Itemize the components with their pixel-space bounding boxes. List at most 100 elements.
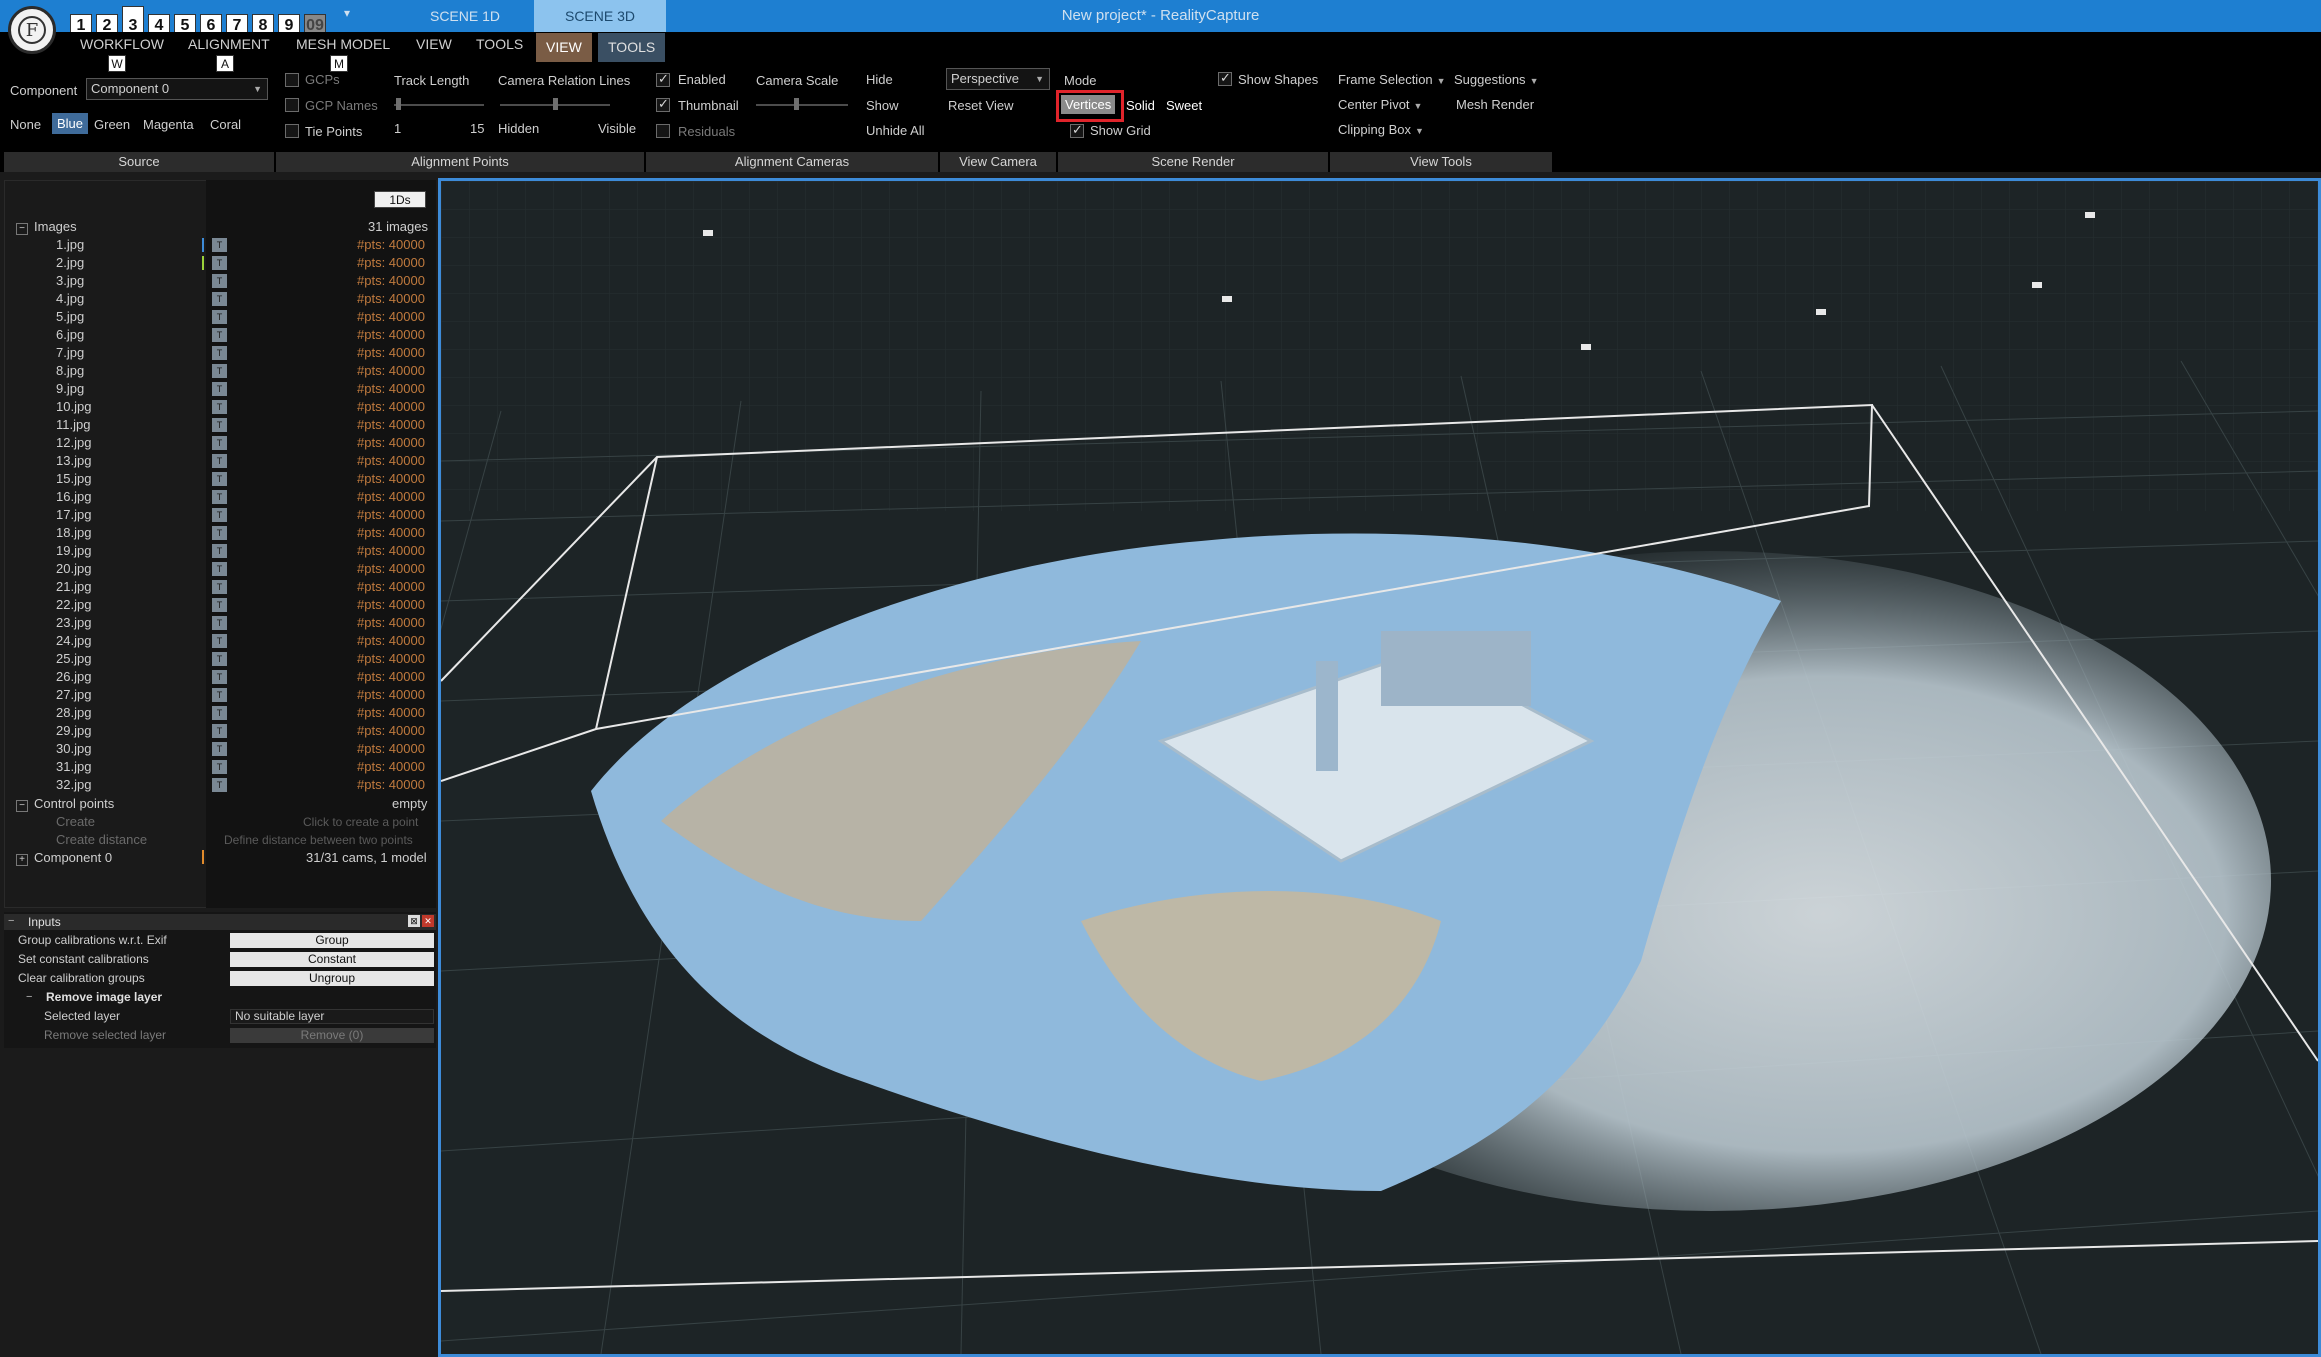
menu-mesh-model[interactable]: MESH MODEL: [296, 36, 390, 52]
menu-tools[interactable]: TOOLS: [476, 36, 523, 52]
image-item[interactable]: 18.jpg: [56, 524, 91, 542]
image-thumbnail-icon[interactable]: T: [212, 328, 227, 342]
image-thumbnail-icon[interactable]: T: [212, 382, 227, 396]
image-thumbnail-icon[interactable]: T: [212, 274, 227, 288]
track-length-thumb[interactable]: [396, 98, 401, 110]
image-thumbnail-icon[interactable]: T: [212, 742, 227, 756]
camera-scale-thumb[interactable]: [794, 98, 799, 110]
image-item[interactable]: 9.jpg: [56, 380, 84, 398]
image-thumbnail-icon[interactable]: T: [212, 310, 227, 324]
image-thumbnail-icon[interactable]: T: [212, 364, 227, 378]
create-distance-item[interactable]: Create distance: [56, 831, 147, 849]
mode-vertices-button[interactable]: Vertices: [1061, 95, 1116, 114]
image-thumbnail-icon[interactable]: T: [212, 652, 227, 666]
image-thumbnail-icon[interactable]: T: [212, 598, 227, 612]
image-item[interactable]: 3.jpg: [56, 272, 84, 290]
color-green[interactable]: Green: [94, 117, 130, 132]
image-thumbnail-icon[interactable]: T: [212, 778, 227, 792]
images-node[interactable]: − Images: [16, 218, 77, 236]
image-item[interactable]: 30.jpg: [56, 740, 91, 758]
camera-icon[interactable]: [1581, 344, 1591, 350]
camera-icon[interactable]: [703, 230, 713, 236]
image-thumbnail-icon[interactable]: T: [212, 454, 227, 468]
camera-scale-slider[interactable]: [756, 104, 848, 106]
tab-scene-3d[interactable]: SCENE 3D: [534, 0, 666, 32]
enabled-checkbox[interactable]: [656, 71, 670, 87]
clipping-box-button[interactable]: Clipping Box ▼: [1338, 122, 1424, 137]
selected-layer-value[interactable]: No suitable layer: [230, 1009, 434, 1024]
image-item[interactable]: 2.jpg: [56, 254, 84, 272]
color-none[interactable]: None: [10, 117, 41, 132]
1ds-button[interactable]: 1Ds: [374, 191, 426, 208]
image-item[interactable]: 10.jpg: [56, 398, 91, 416]
image-item[interactable]: 15.jpg: [56, 470, 91, 488]
image-item[interactable]: 25.jpg: [56, 650, 91, 668]
gcps-checkbox[interactable]: [285, 73, 299, 87]
gcp-names-checkbox[interactable]: [285, 98, 299, 112]
image-thumbnail-icon[interactable]: T: [212, 760, 227, 774]
center-pivot-button[interactable]: Center Pivot ▼: [1338, 97, 1422, 112]
camera-icon[interactable]: [2032, 282, 2042, 288]
image-thumbnail-icon[interactable]: T: [212, 580, 227, 594]
show-button[interactable]: Show: [866, 98, 899, 113]
pin-icon[interactable]: ⊠: [408, 915, 420, 927]
image-item[interactable]: 5.jpg: [56, 308, 84, 326]
camera-icon[interactable]: [1222, 296, 1232, 302]
menu-workflow[interactable]: WORKFLOW: [80, 36, 164, 52]
mode-solid-button[interactable]: Solid: [1126, 98, 1155, 113]
image-item[interactable]: 16.jpg: [56, 488, 91, 506]
image-thumbnail-icon[interactable]: T: [212, 670, 227, 684]
image-thumbnail-icon[interactable]: T: [212, 256, 227, 270]
image-thumbnail-icon[interactable]: T: [212, 508, 227, 522]
app-logo[interactable]: F: [8, 6, 56, 54]
camera-icon[interactable]: [2085, 212, 2095, 218]
color-coral[interactable]: Coral: [210, 117, 241, 132]
image-thumbnail-icon[interactable]: T: [212, 292, 227, 306]
color-blue[interactable]: Blue: [52, 113, 89, 134]
color-magenta[interactable]: Magenta: [143, 117, 194, 132]
create-point-item[interactable]: Create: [56, 813, 95, 831]
image-thumbnail-icon[interactable]: T: [212, 706, 227, 720]
image-thumbnail-icon[interactable]: T: [212, 616, 227, 630]
image-thumbnail-icon[interactable]: T: [212, 346, 227, 360]
scene-canvas[interactable]: [441, 181, 2318, 1354]
image-thumbnail-icon[interactable]: T: [212, 436, 227, 450]
show-grid-checkbox[interactable]: [1070, 122, 1084, 138]
mode-sweet-button[interactable]: Sweet: [1166, 98, 1202, 113]
tab-scene-1d[interactable]: SCENE 1D: [398, 0, 532, 32]
image-item[interactable]: 4.jpg: [56, 290, 84, 308]
image-item[interactable]: 26.jpg: [56, 668, 91, 686]
image-thumbnail-icon[interactable]: T: [212, 238, 227, 252]
mesh-render-button[interactable]: Mesh Render: [1456, 97, 1534, 112]
image-item[interactable]: 24.jpg: [56, 632, 91, 650]
remove-button[interactable]: Remove (0): [230, 1028, 434, 1043]
image-item[interactable]: 6.jpg: [56, 326, 84, 344]
hide-button[interactable]: Hide: [866, 72, 893, 87]
group-button[interactable]: Group: [230, 933, 434, 948]
quick-menu-chevron-icon[interactable]: ▾: [344, 6, 350, 20]
show-shapes-checkbox[interactable]: [1218, 70, 1232, 86]
collapse-icon[interactable]: −: [16, 800, 28, 812]
image-thumbnail-icon[interactable]: T: [212, 472, 227, 486]
image-item[interactable]: 13.jpg: [56, 452, 91, 470]
image-thumbnail-icon[interactable]: T: [212, 526, 227, 540]
menu-alignment[interactable]: ALIGNMENT: [188, 36, 270, 52]
track-length-slider[interactable]: [394, 104, 484, 106]
image-item[interactable]: 11.jpg: [56, 416, 90, 434]
expand-icon[interactable]: +: [16, 854, 28, 866]
image-thumbnail-icon[interactable]: T: [212, 634, 227, 648]
image-item[interactable]: 20.jpg: [56, 560, 91, 578]
constant-button[interactable]: Constant: [230, 952, 434, 967]
image-item[interactable]: 32.jpg: [56, 776, 91, 794]
suggestions-button[interactable]: Suggestions ▼: [1454, 72, 1538, 87]
image-item[interactable]: 8.jpg: [56, 362, 84, 380]
component-node[interactable]: + Component 0: [16, 849, 112, 867]
image-item[interactable]: 22.jpg: [56, 596, 91, 614]
image-item[interactable]: 27.jpg: [56, 686, 91, 704]
image-item[interactable]: 17.jpg: [56, 506, 91, 524]
image-item[interactable]: 1.jpg: [56, 236, 84, 254]
control-points-node[interactable]: − Control points: [16, 795, 114, 813]
image-item[interactable]: 21.jpg: [56, 578, 91, 596]
close-icon[interactable]: ✕: [422, 915, 434, 927]
frame-selection-button[interactable]: Frame Selection ▼: [1338, 72, 1446, 87]
